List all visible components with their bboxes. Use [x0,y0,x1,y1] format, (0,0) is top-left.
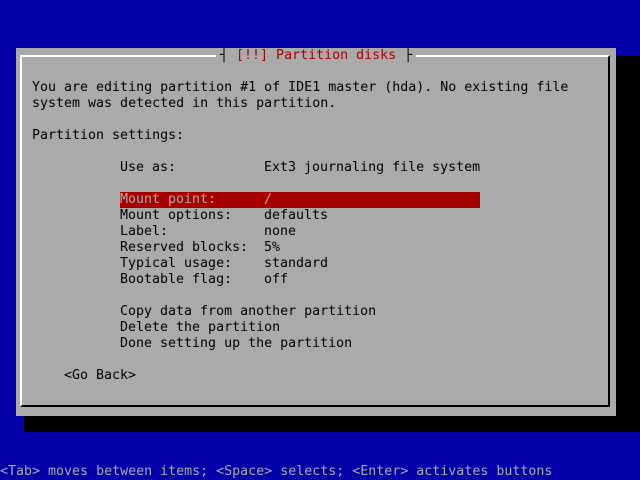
mount-options-item[interactable]: Mount options: defaults [120,208,480,224]
typical-usage-value: standard [264,256,329,271]
bootable-flag-label: Bootable flag: [120,272,233,287]
dialog-shadow-bottom [24,416,640,432]
mount-point-value: / [264,192,273,207]
typical-usage-item[interactable]: Typical usage: standard [120,256,480,272]
label-value: none [264,224,297,239]
mount-point-label: Mount point: [120,192,217,207]
use-as-label: Use as: [120,160,177,175]
go-back-button[interactable]: <Go Back> [64,368,136,384]
use-as-item[interactable]: Use as: Ext3 journaling file system [120,160,480,176]
bootable-flag-value: off [264,272,289,287]
intro-text-line-1: You are editing partition #1 of IDE1 mas… [32,80,569,95]
partition-dialog: ┤ [!!] Partition disks ├ You are editing… [16,48,616,416]
label-label: Label: [120,224,169,239]
installer-screen: { "dialog": { "title": "[!!] Partition d… [0,0,640,480]
reserved-blocks-value: 5% [264,240,281,255]
intro-text-line-2: system was detected in this partition. [32,96,337,111]
delete-partition-action[interactable]: Delete the partition [120,320,480,336]
use-as-value: Ext3 journaling file system [264,160,481,175]
keyboard-help-bar: <Tab> moves between items; <Space> selec… [0,464,640,480]
mount-point-item[interactable]: Mount point: / [120,192,480,208]
dialog-shadow-right [616,56,640,432]
reserved-blocks-item[interactable]: Reserved blocks: 5% [120,240,480,256]
mount-options-label: Mount options: [120,208,233,223]
done-setting-up-action[interactable]: Done setting up the partition [120,336,480,352]
partition-settings-heading: Partition settings: [32,128,185,143]
dialog-title: ┤ [!!] Partition disks ├ [216,48,417,64]
mount-options-value: defaults [264,208,329,223]
label-item[interactable]: Label: none [120,224,480,240]
dialog-title-text: [!!] Partition disks [236,48,397,63]
reserved-blocks-label: Reserved blocks: [120,240,249,255]
copy-data-action[interactable]: Copy data from another partition [120,304,480,320]
bootable-flag-item[interactable]: Bootable flag: off [120,272,480,288]
typical-usage-label: Typical usage: [120,256,233,271]
